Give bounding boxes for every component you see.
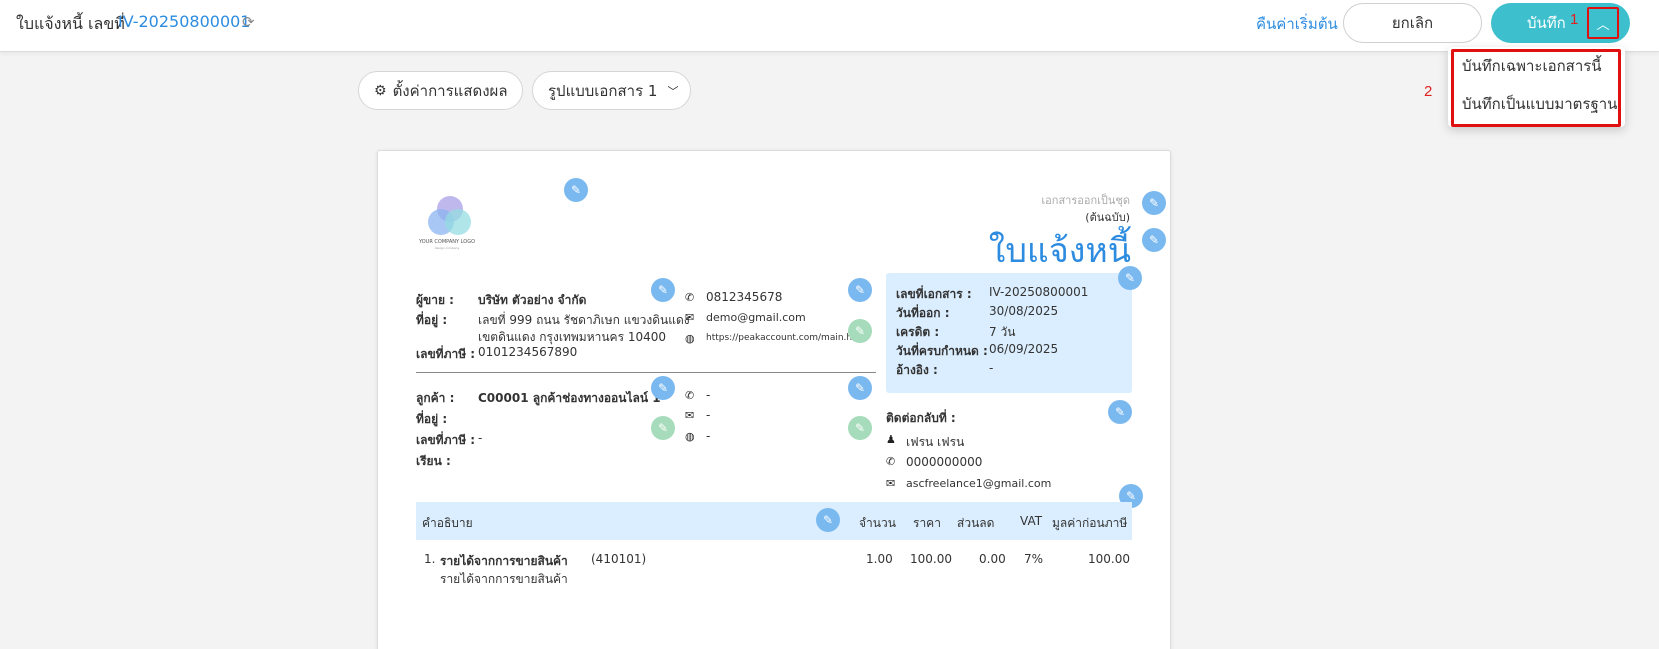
user-icon: ♟ [886,433,896,446]
save-options-toggle[interactable]: ︿ [1587,7,1619,39]
phone-icon: ✆ [685,389,695,402]
page-title: ใบแจ้งหนี้ เลขที่ [16,14,125,33]
contact-name: เฟรน เฟรน [906,435,965,449]
reset-default-link[interactable]: คืนค่าเริ่มต้น [1256,12,1338,36]
customer-phone: - [706,388,711,402]
edit-seller-contact-pencil-icon[interactable]: ✎ [848,278,872,302]
save-options-menu: บันทึกเฉพาะเอกสารนี้ บันทึกเป็นแบบมาตรฐา… [1448,47,1625,127]
issue-date-value: 30/08/2025 [989,304,1059,318]
seller-phone: 0812345678 [706,290,783,304]
annotation-number-2: 2 [1424,83,1433,100]
row-quantity: 1.00 [866,552,893,566]
seller-label: ผู้ขาย : [416,293,454,307]
cancel-button[interactable]: ยกเลิก [1343,3,1482,43]
mail-icon: ✉ [886,477,896,490]
annotation-number-1: 1 [1570,11,1579,28]
seller-email: demo@gmail.com [706,311,806,324]
customer-tax-label: เลขที่ภาษี : [416,433,476,447]
edit-header-pencil-icon[interactable]: ✎ [1142,191,1166,215]
row-vat: 7% [1024,552,1044,566]
customer-tax-id: - [478,431,483,445]
display-settings-button[interactable]: ⚙ ตั้งค่าการแสดงผล [358,71,523,110]
chevron-down-icon: ﹀ [667,84,679,98]
edit-title-pencil-icon[interactable]: ✎ [1142,228,1166,252]
add-customer-contact-pencil-icon[interactable]: ✎ [848,416,872,440]
document-info-box: เลขที่เอกสาร : IV-20250800001 วันที่ออก … [886,273,1132,393]
col-price: ราคา [913,516,941,530]
menu-item-save-as-default[interactable]: บันทึกเป็นแบบมาตรฐาน [1462,92,1617,116]
customer-label: ลูกค้า : [416,391,455,405]
due-date-label: วันที่ครบกำหนด : [896,344,988,358]
customer-attn-label: เรียน : [416,454,451,468]
phone-icon: ✆ [886,455,896,468]
seller-tax-label: เลขที่ภาษี : [416,347,476,361]
edit-logo-pencil-icon[interactable]: ✎ [564,178,588,202]
edit-customer-contact-pencil-icon[interactable]: ✎ [848,376,872,400]
credit-label: เครดิต : [896,325,940,339]
edit-customer-pencil-icon[interactable]: ✎ [651,376,675,400]
row-item-code: (410101) [591,552,647,566]
row-discount: 0.00 [979,552,1006,566]
seller-tax-id: 0101234567890 [478,345,578,359]
col-amount: มูลค่าก่อนภาษี [1052,516,1128,530]
row-item-name: รายได้จากการขายสินค้า [440,554,568,568]
table-header: คำอธิบาย ✎ จำนวน ราคา ส่วนลด VAT มูลค่าก… [416,502,1132,540]
chevron-up-icon: ︿ [1596,17,1610,33]
menu-item-save-this-document[interactable]: บันทึกเฉพาะเอกสารนี้ [1462,54,1602,78]
mail-icon: ✉ [685,311,695,324]
document-number: IV-20250800001 [118,12,251,31]
issue-date-label: วันที่ออก : [896,306,950,320]
add-seller-field-pencil-icon[interactable]: ✎ [848,319,872,343]
contact-label: ติดต่อกลับที่ : [886,411,956,425]
seller-name: บริษัท ตัวอย่าง จำกัด [478,293,587,307]
customer-address-label: ที่อยู่ : [416,412,448,426]
col-description: คำอธิบาย [422,516,473,530]
doc-no-value: IV-20250800001 [989,285,1089,299]
customer-website: - [706,429,711,443]
set-note: เอกสารออกเป็นชุด [1041,194,1130,207]
credit-value: 7 วัน [989,325,1016,339]
top-bar: ใบแจ้งหนี้ เลขที่ IV-20250800001 ⟳ คืนค่… [0,0,1659,52]
contact-email: ascfreelance1@gmail.com [906,477,1052,490]
document-format-label: รูปแบบเอกสาร 1 [548,81,658,100]
col-quantity: จำนวน [859,516,896,530]
mail-icon: ✉ [685,409,695,422]
row-item-desc: รายได้จากการขายสินค้า [440,572,568,586]
row-number: 1. [424,552,436,566]
document-format-select[interactable]: รูปแบบเอกสาร 1 ﹀ [532,71,691,110]
customer-name: C00001 ลูกค้าช่องทางออนไลน์ 1 [478,391,661,405]
edit-seller-pencil-icon[interactable]: ✎ [651,278,675,302]
ref-value: - [989,361,994,375]
row-price: 100.00 [910,552,952,566]
ref-label: อ้างอิง : [896,363,938,377]
col-vat: VAT [1020,514,1043,528]
document-title: ใบแจ้งหนี้ [988,231,1131,271]
add-customer-field-pencil-icon[interactable]: ✎ [651,416,675,440]
due-date-value: 06/09/2025 [989,342,1059,356]
customer-email: - [706,408,711,422]
divider [416,372,876,373]
edit-info-pencil-icon[interactable]: ✎ [1118,266,1142,290]
document-preview: YOUR COMPANY LOGO design company ✎ เอกสา… [377,150,1171,649]
doc-no-label: เลขที่เอกสาร : [896,287,972,301]
row-amount: 100.00 [1088,552,1130,566]
globe-icon: ◍ [685,430,695,443]
contact-phone: 0000000000 [906,455,983,469]
display-settings-label: ตั้งค่าการแสดงผล [392,81,508,100]
phone-icon: ✆ [685,291,695,304]
edit-columns-pencil-icon[interactable]: ✎ [816,508,840,532]
seller-website: https://peakaccount.com/main.html [706,333,867,343]
globe-icon: ◍ [685,332,695,345]
edit-contact-pencil-icon[interactable]: ✎ [1108,400,1132,424]
seller-address-label: ที่อยู่ : [416,313,448,327]
gear-icon: ⚙ [374,82,387,99]
refresh-icon[interactable]: ⟳ [242,14,258,30]
col-discount: ส่วนลด [957,516,995,530]
